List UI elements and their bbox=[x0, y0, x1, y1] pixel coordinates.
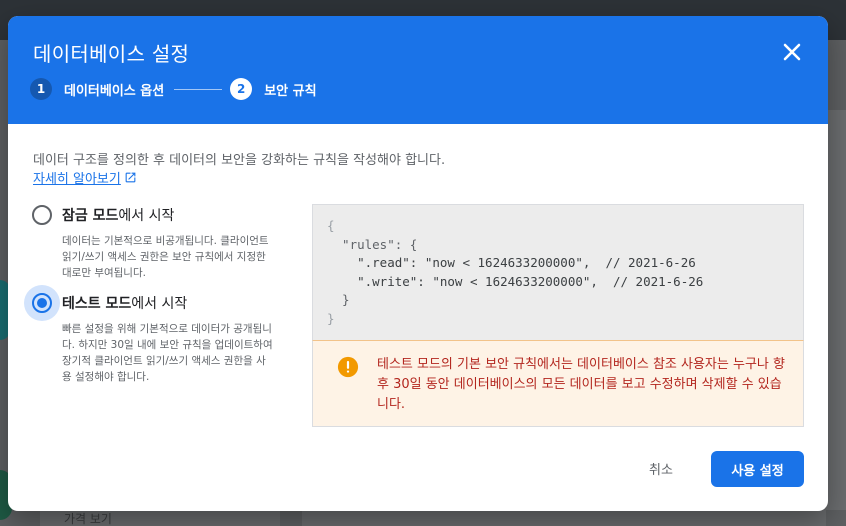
database-setup-dialog: 데이터베이스 설정 1 데이터베이스 옵션 2 보안 규칙 데이터 구조를 정의… bbox=[8, 16, 828, 511]
locked-mode-title-rest: 에서 시작 bbox=[118, 208, 175, 224]
code-line-5: } bbox=[327, 292, 350, 307]
test-mode-description: 빠른 설정을 위해 기본적으로 데이터가 공개됩니다. 하지만 30일 내에 보… bbox=[62, 323, 273, 383]
test-mode-title-bold: 테스트 모드 bbox=[62, 296, 132, 312]
locked-mode-title: 잠금 모드에서 시작 bbox=[62, 205, 174, 225]
locked-mode-radio[interactable] bbox=[32, 205, 52, 225]
code-line-3: ".read": "now < 1624633200000", // 2021-… bbox=[327, 255, 696, 270]
test-mode-option: 테스트 모드에서 시작 빠른 설정을 위해 기본적으로 데이터가 공개됩니다. … bbox=[24, 285, 286, 385]
locked-mode-radio-row[interactable]: 잠금 모드에서 시작 bbox=[24, 197, 286, 233]
intro-text: 데이터 구조를 정의한 후 데이터의 보안을 강화하는 규칙을 작성해야 합니다… bbox=[33, 153, 446, 168]
code-line-1: { bbox=[327, 218, 335, 233]
backdrop-card bbox=[826, 110, 846, 510]
step-1-label: 데이터베이스 옵션 bbox=[64, 83, 165, 99]
dialog-header: 데이터베이스 설정 1 데이터베이스 옵션 2 보안 규칙 bbox=[8, 16, 828, 124]
code-line-2: "rules": { bbox=[327, 236, 418, 252]
learn-more-link[interactable]: 자세히 알아보기 bbox=[33, 168, 137, 187]
test-mode-radio[interactable] bbox=[32, 293, 52, 313]
locked-mode-radio-wrap[interactable] bbox=[24, 197, 60, 233]
locked-mode-option: 잠금 모드에서 시작 데이터는 기본적으로 비공개됩니다. 클라이언트 읽기/쓰… bbox=[24, 197, 286, 281]
step-2-label: 보안 규칙 bbox=[264, 83, 317, 99]
warning-box: 테스트 모드의 기본 보안 규칙에서는 데이터베이스 참조 사용자는 누구나 향… bbox=[312, 340, 804, 427]
step-1-number: 1 bbox=[30, 78, 52, 100]
step-2-number: 2 bbox=[230, 78, 253, 100]
dialog-title: 데이터베이스 설정 bbox=[33, 42, 190, 66]
open-in-new-icon bbox=[125, 172, 136, 183]
test-mode-radio-row[interactable]: 테스트 모드에서 시작 bbox=[24, 285, 286, 321]
learn-more-label: 자세히 알아보기 bbox=[33, 172, 121, 187]
code-line-4: ".write": "now < 1624633200000", // 2021… bbox=[327, 273, 704, 289]
locked-mode-description: 데이터는 기본적으로 비공개됩니다. 클라이언트 읽기/쓰기 액세스 권한은 보… bbox=[62, 235, 269, 279]
test-mode-title: 테스트 모드에서 시작 bbox=[62, 293, 187, 313]
test-mode-title-rest: 에서 시작 bbox=[131, 296, 188, 312]
close-icon bbox=[783, 43, 801, 61]
close-button[interactable] bbox=[778, 38, 806, 66]
stepper: 1 데이터베이스 옵션 2 보안 규칙 bbox=[30, 77, 317, 101]
cancel-button[interactable]: 취소 bbox=[636, 453, 686, 483]
locked-mode-title-bold: 잠금 모드 bbox=[62, 208, 119, 224]
warning-text: 테스트 모드의 기본 보안 규칙에서는 데이터베이스 참조 사용자는 누구나 향… bbox=[377, 357, 785, 412]
enable-button[interactable]: 사용 설정 bbox=[711, 451, 804, 487]
rules-code-panel: { "rules": { ".read": "now < 16246332000… bbox=[312, 204, 804, 340]
step-connector bbox=[174, 88, 223, 90]
test-mode-radio-wrap[interactable] bbox=[24, 285, 60, 321]
warning-icon bbox=[337, 356, 359, 378]
code-line-6: } bbox=[327, 310, 335, 326]
backdrop-pricing-link: 가격 보기 bbox=[64, 512, 112, 526]
